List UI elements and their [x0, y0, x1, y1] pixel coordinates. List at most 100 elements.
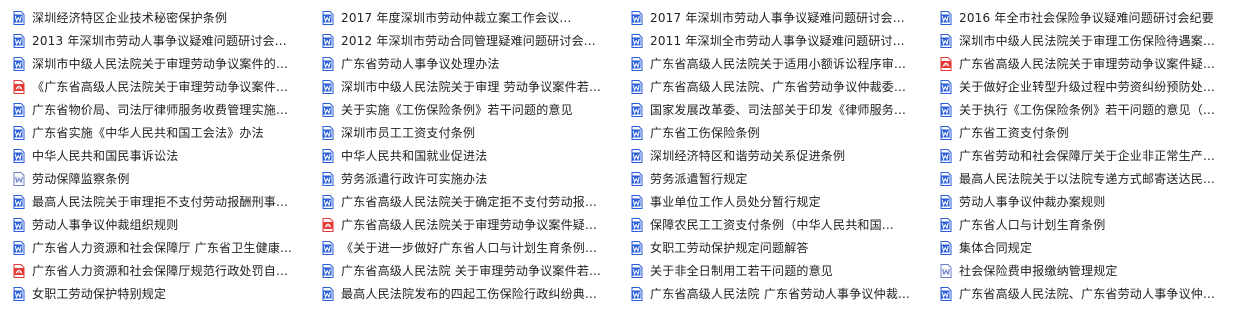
document-title[interactable]: 女职工劳动保护规定问题解答 [650, 239, 920, 256]
document-link[interactable]: 2017 年深圳市劳动人事争议疑难问题研讨会... [631, 6, 940, 29]
document-link[interactable]: 劳务派遣行政许可实施办法 [322, 167, 631, 190]
document-title[interactable]: 广东省高级人民法院关于确定拒不支付劳动报... [341, 193, 611, 210]
document-link[interactable]: 广东省高级人民法院关于确定拒不支付劳动报... [322, 190, 631, 213]
document-title[interactable]: 劳动人事争议仲裁组织规则 [32, 216, 302, 233]
document-link[interactable]: 集体合同规定 [940, 236, 1249, 259]
document-link[interactable]: 广东省人口与计划生育条例 [940, 213, 1249, 236]
document-link[interactable]: 2011 年深圳全市劳动人事争议疑难问题研讨... [631, 29, 940, 52]
document-title[interactable]: 2016 年全市社会保险争议疑难问题研讨会纪要 [959, 9, 1229, 26]
document-title[interactable]: 集体合同规定 [959, 239, 1229, 256]
document-title[interactable]: 深圳市中级人民法院关于审理 劳动争议案件若... [341, 78, 611, 95]
document-link[interactable]: 广东省高级人民法院关于审理劳动争议案件疑... [940, 52, 1249, 75]
document-link[interactable]: 广东省高级人民法院 广东省劳动人事争议仲裁... [631, 282, 940, 305]
document-link[interactable]: 劳动人事争议仲裁组织规则 [13, 213, 322, 236]
document-title[interactable]: 《广东省高级人民法院关于审理劳动争议案件... [32, 78, 302, 95]
document-title[interactable]: 广东省高级人民法院关于审理劳动争议案件疑... [341, 216, 611, 233]
document-link[interactable]: 关于非全日制用工若干问题的意见 [631, 259, 940, 282]
document-link[interactable]: 广东省人力资源和社会保障厅规范行政处罚自... [13, 259, 322, 282]
document-link[interactable]: 最高人民法院关于以法院专递方式邮寄送达民... [940, 167, 1249, 190]
document-title[interactable]: 劳动人事争议仲裁办案规则 [959, 193, 1229, 210]
document-title[interactable]: 2017 年深圳市劳动人事争议疑难问题研讨会... [650, 9, 920, 26]
document-link[interactable]: 广东省工伤保险条例 [631, 121, 940, 144]
document-link[interactable]: 广东省高级人民法院关于适用小额诉讼程序审... [631, 52, 940, 75]
document-title[interactable]: 保障农民工工资支付条例（中华人民共和国... [650, 216, 920, 233]
document-link[interactable]: 中华人民共和国民事诉讼法 [13, 144, 322, 167]
document-title[interactable]: 关于实施《工伤保险条例》若干问题的意见 [341, 101, 611, 118]
document-title[interactable]: 关于非全日制用工若干问题的意见 [650, 262, 920, 279]
document-title[interactable]: 广东省工伤保险条例 [650, 124, 920, 141]
document-title[interactable]: 劳务派遣行政许可实施办法 [341, 170, 611, 187]
document-link[interactable]: 劳动保障监察条例 [13, 167, 322, 190]
document-link[interactable]: 广东省人力资源和社会保障厅 广东省卫生健康... [13, 236, 322, 259]
document-link[interactable]: 事业单位工作人员处分暂行规定 [631, 190, 940, 213]
document-title[interactable]: 最高人民法院发布的四起工伤保险行政纠纷典... [341, 285, 611, 302]
document-title[interactable]: 2012 年深圳市劳动合同管理疑难问题研讨会... [341, 32, 611, 49]
document-title[interactable]: 广东省高级人民法院、广东省劳动人事争议仲... [959, 285, 1229, 302]
document-title[interactable]: 深圳市员工工资支付条例 [341, 124, 611, 141]
document-title[interactable]: 广东省高级人民法院关于适用小额诉讼程序审... [650, 55, 920, 72]
document-title[interactable]: 2013 年深圳市劳动人事争议疑难问题研讨会... [32, 32, 302, 49]
document-link[interactable]: 广东省劳动人事争议处理办法 [322, 52, 631, 75]
document-link[interactable]: 深圳经济特区和谐劳动关系促进条例 [631, 144, 940, 167]
document-link[interactable]: 保障农民工工资支付条例（中华人民共和国... [631, 213, 940, 236]
document-title[interactable]: 2017 年度深圳市劳动仲裁立案工作会议... [341, 9, 611, 26]
document-link[interactable]: 广东省高级人民法院关于审理劳动争议案件疑... [322, 213, 631, 236]
document-link[interactable]: 关于实施《工伤保险条例》若干问题的意见 [322, 98, 631, 121]
document-title[interactable]: 深圳经济特区和谐劳动关系促进条例 [650, 147, 920, 164]
document-link[interactable]: 女职工劳动保护规定问题解答 [631, 236, 940, 259]
document-title[interactable]: 劳务派遣暂行规定 [650, 170, 920, 187]
document-title[interactable]: 广东省实施《中华人民共和国工会法》办法 [32, 124, 302, 141]
document-title[interactable]: 中华人民共和国就业促进法 [341, 147, 611, 164]
document-title[interactable]: 最高人民法院关于以法院专递方式邮寄送达民... [959, 170, 1229, 187]
document-link[interactable]: 2016 年全市社会保险争议疑难问题研讨会纪要 [940, 6, 1249, 29]
document-title[interactable]: 关于执行《工伤保险条例》若干问题的意见（... [959, 101, 1229, 118]
document-title[interactable]: 最高人民法院关于审理拒不支付劳动报酬刑事... [32, 193, 302, 210]
document-title[interactable]: 社会保险费申报缴纳管理规定 [959, 262, 1229, 279]
document-title[interactable]: 劳动保障监察条例 [32, 170, 302, 187]
document-title[interactable]: 广东省高级人民法院 广东省劳动人事争议仲裁... [650, 285, 920, 302]
document-title[interactable]: 女职工劳动保护特别规定 [32, 285, 302, 302]
document-title[interactable]: 深圳经济特区企业技术秘密保护条例 [32, 9, 302, 26]
document-link[interactable]: 2012 年深圳市劳动合同管理疑难问题研讨会... [322, 29, 631, 52]
document-link[interactable]: 深圳市中级人民法院关于审理工伤保险待遇案... [940, 29, 1249, 52]
document-title[interactable]: 广东省人力资源和社会保障厅规范行政处罚自... [32, 262, 302, 279]
document-title[interactable]: 广东省高级人民法院关于审理劳动争议案件疑... [959, 55, 1229, 72]
document-title[interactable]: 广东省劳动人事争议处理办法 [341, 55, 611, 72]
document-title[interactable]: 广东省高级人民法院 关于审理劳动争议案件若... [341, 262, 611, 279]
document-title[interactable]: 国家发展改革委、司法部关于印发《律师服务... [650, 101, 920, 118]
document-title[interactable]: 广东省劳动和社会保障厅关于企业非正常生产... [959, 147, 1229, 164]
document-link[interactable]: 2017 年度深圳市劳动仲裁立案工作会议... [322, 6, 631, 29]
document-title[interactable]: 广东省工资支付条例 [959, 124, 1229, 141]
document-link[interactable]: 最高人民法院关于审理拒不支付劳动报酬刑事... [13, 190, 322, 213]
document-link[interactable]: 最高人民法院发布的四起工伤保险行政纠纷典... [322, 282, 631, 305]
document-link[interactable]: 广东省劳动和社会保障厅关于企业非正常生产... [940, 144, 1249, 167]
document-link[interactable]: 社会保险费申报缴纳管理规定 [940, 259, 1249, 282]
document-link[interactable]: 劳动人事争议仲裁办案规则 [940, 190, 1249, 213]
document-link[interactable]: 《关于进一步做好广东省人口与计划生育条例... [322, 236, 631, 259]
document-title[interactable]: 事业单位工作人员处分暂行规定 [650, 193, 920, 210]
document-title[interactable]: 2011 年深圳全市劳动人事争议疑难问题研讨... [650, 32, 920, 49]
document-link[interactable]: 女职工劳动保护特别规定 [13, 282, 322, 305]
document-link[interactable]: 广东省高级人民法院 关于审理劳动争议案件若... [322, 259, 631, 282]
document-link[interactable]: 《广东省高级人民法院关于审理劳动争议案件... [13, 75, 322, 98]
document-title[interactable]: 中华人民共和国民事诉讼法 [32, 147, 302, 164]
document-title[interactable]: 广东省高级人民法院、广东省劳动争议仲裁委... [650, 78, 920, 95]
document-link[interactable]: 广东省高级人民法院、广东省劳动人事争议仲... [940, 282, 1249, 305]
document-link[interactable]: 关于执行《工伤保险条例》若干问题的意见（... [940, 98, 1249, 121]
document-title[interactable]: 关于做好企业转型升级过程中劳资纠纷预防处... [959, 78, 1229, 95]
document-title[interactable]: 深圳市中级人民法院关于审理工伤保险待遇案... [959, 32, 1229, 49]
document-link[interactable]: 中华人民共和国就业促进法 [322, 144, 631, 167]
document-link[interactable]: 广东省高级人民法院、广东省劳动争议仲裁委... [631, 75, 940, 98]
document-title[interactable]: 广东省物价局、司法厅律师服务收费管理实施... [32, 101, 302, 118]
document-title[interactable]: 《关于进一步做好广东省人口与计划生育条例... [341, 239, 611, 256]
document-link[interactable]: 广东省工资支付条例 [940, 121, 1249, 144]
document-link[interactable]: 2013 年深圳市劳动人事争议疑难问题研讨会... [13, 29, 322, 52]
document-link[interactable]: 深圳市中级人民法院关于审理劳动争议案件的... [13, 52, 322, 75]
document-link[interactable]: 深圳经济特区企业技术秘密保护条例 [13, 6, 322, 29]
document-link[interactable]: 广东省物价局、司法厅律师服务收费管理实施... [13, 98, 322, 121]
document-title[interactable]: 广东省人力资源和社会保障厅 广东省卫生健康... [32, 239, 302, 256]
document-link[interactable]: 国家发展改革委、司法部关于印发《律师服务... [631, 98, 940, 121]
document-title[interactable]: 深圳市中级人民法院关于审理劳动争议案件的... [32, 55, 302, 72]
document-link[interactable]: 广东省实施《中华人民共和国工会法》办法 [13, 121, 322, 144]
document-link[interactable]: 深圳市员工工资支付条例 [322, 121, 631, 144]
